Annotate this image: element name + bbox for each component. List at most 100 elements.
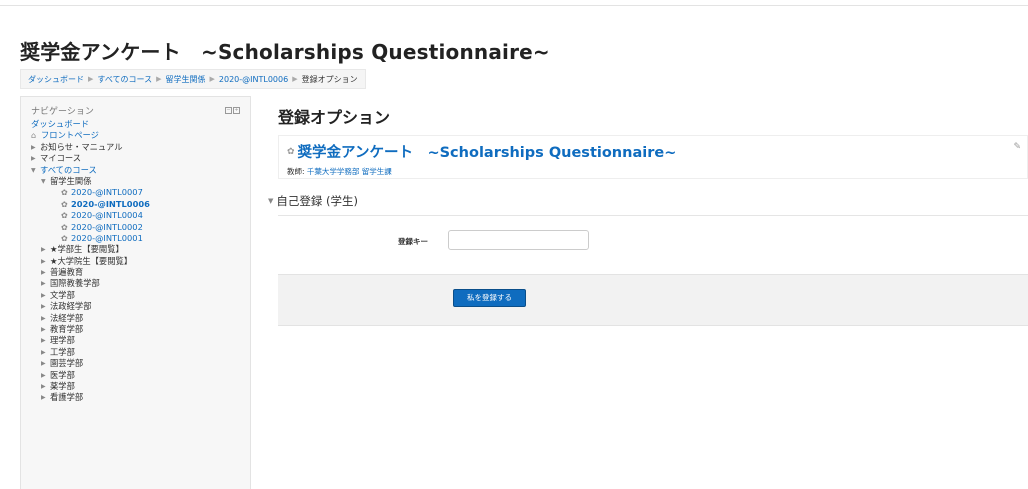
nav-item-my-courses[interactable]: ▶ マイコース [31, 153, 240, 164]
expand-arrow-icon: ▶ [41, 269, 46, 277]
nav-item-label: 2020-@INTL0004 [71, 210, 143, 221]
nav-item-label: ダッシュボード [31, 119, 90, 129]
section-divider [278, 215, 1028, 216]
dock-block-icon[interactable]: − [225, 106, 232, 114]
self-enrolment-legend[interactable]: ▼ 自己登録 (学生) [268, 193, 358, 209]
teacher-line: 教師: 千葉大学学務部 留学生課 [287, 166, 1019, 177]
nav-item-category[interactable]: ▶ 国際教養学部 [31, 278, 240, 289]
nav-item-label: フロントページ [41, 130, 99, 141]
navigation-title: ナビゲーション [31, 106, 94, 117]
nav-item-category[interactable]: ▶ 文学部 [31, 290, 240, 301]
nav-item-category[interactable]: ▶ 法政経学部 [31, 301, 240, 312]
nav-item-label: 医学部 [50, 369, 75, 380]
expand-arrow-icon: ▶ [41, 348, 46, 356]
expand-arrow-icon: ▶ [31, 155, 36, 163]
course-icon: ✿ [287, 146, 295, 157]
enrol-me-button[interactable]: 私を登録する [453, 289, 526, 307]
form-actions-bar: 私を登録する [278, 274, 1028, 326]
breadcrumb-category[interactable]: 留学生関係 [166, 74, 206, 85]
collapse-arrow-icon: ▼ [31, 166, 36, 174]
nav-item-label: すべてのコース [40, 164, 97, 175]
nav-item-label: ★学部生【要閲覧】 [50, 244, 124, 255]
breadcrumb-all-courses[interactable]: すべてのコース [97, 74, 152, 85]
nav-item-category-intl[interactable]: ▼ 留学生関係 [31, 176, 240, 187]
expand-arrow-icon: ▶ [41, 280, 46, 288]
breadcrumb-separator-icon: ▶ [209, 75, 215, 83]
expand-arrow-icon: ▶ [41, 257, 46, 265]
nav-item-label: 普遍教育 [50, 267, 84, 278]
enrolment-key-label: 登録キー [398, 237, 428, 246]
expand-arrow-icon: ▶ [41, 371, 46, 379]
expand-arrow-icon: ▶ [41, 394, 46, 402]
edit-icon[interactable]: ✎ [1013, 142, 1021, 152]
self-enrolment-title: 自己登録 (学生) [276, 194, 359, 208]
nav-item-label: 工学部 [50, 346, 75, 357]
expand-arrow-icon: ▶ [41, 382, 46, 390]
nav-item-course[interactable]: ✿ 2020-@INTL0001 [31, 233, 240, 244]
expand-arrow-icon: ▶ [41, 337, 46, 345]
nav-item-label: 看護学部 [50, 392, 84, 403]
expand-arrow-icon: ▶ [31, 143, 36, 151]
nav-item-dashboard[interactable]: ダッシュボード [31, 119, 240, 130]
expand-arrow-icon: ▶ [41, 326, 46, 334]
course-icon: ✿ [61, 233, 68, 243]
course-title-link[interactable]: 奨学金アンケート ~Scholarships Questionnaire~ [298, 141, 677, 162]
course-title-row: ✿ 奨学金アンケート ~Scholarships Questionnaire~ [287, 141, 1019, 162]
nav-item-category[interactable]: ▶ 薬学部 [31, 381, 240, 392]
expand-arrow-icon: ▶ [41, 314, 46, 322]
nav-item-category[interactable]: ▶ 医学部 [31, 370, 240, 381]
nav-item-course[interactable]: ✿ 2020-@INTL0007 [31, 187, 240, 198]
course-icon: ✿ [61, 199, 68, 209]
expand-arrow-icon: ▶ [41, 291, 46, 299]
breadcrumb-separator-icon: ▶ [156, 75, 162, 83]
top-divider [0, 0, 1028, 6]
navigation-header: ナビゲーション − + [31, 103, 240, 117]
nav-item-all-courses[interactable]: ▼ すべてのコース [31, 165, 240, 176]
navigation-block: ナビゲーション − + ダッシュボード ⌂ フロントページ ▶ お知らせ・マニュ… [20, 96, 251, 489]
breadcrumb-separator-icon: ▶ [88, 75, 94, 83]
nav-item-label: 教育学部 [50, 324, 84, 335]
home-icon: ⌂ [31, 131, 37, 141]
breadcrumb-current: 登録オプション [301, 74, 358, 84]
breadcrumb-dashboard[interactable]: ダッシュボード [28, 74, 84, 85]
course-info-box: ✿ 奨学金アンケート ~Scholarships Questionnaire~ … [278, 135, 1028, 179]
nav-item-category[interactable]: ▶ 法経学部 [31, 313, 240, 324]
nav-item-label: マイコース [40, 153, 82, 164]
nav-item-label: ★大学院生【要閲覧】 [50, 255, 133, 266]
nav-item-category[interactable]: ▶ 普遍教育 [31, 267, 240, 278]
course-icon: ✿ [61, 188, 68, 198]
collapse-arrow-icon: ▼ [268, 197, 274, 205]
expand-arrow-icon: ▶ [41, 360, 46, 368]
nav-item-front-page[interactable]: ⌂ フロントページ [31, 130, 240, 141]
nav-item-course-current[interactable]: ✿ 2020-@INTL0006 [31, 199, 240, 210]
collapse-block-icon[interactable]: + [233, 106, 240, 114]
nav-item-label: 留学生関係 [50, 175, 92, 186]
nav-item-category[interactable]: ▶ ★学部生【要閲覧】 [31, 244, 240, 255]
nav-item-label: 2020-@INTL0002 [71, 221, 143, 232]
course-icon: ✿ [61, 222, 68, 232]
nav-item-label: 理学部 [50, 335, 75, 346]
breadcrumb-course[interactable]: 2020-@INTL0006 [219, 75, 288, 84]
collapse-arrow-icon: ▼ [41, 177, 46, 185]
nav-item-course[interactable]: ✿ 2020-@INTL0004 [31, 210, 240, 221]
enrolment-key-input[interactable] [448, 230, 589, 250]
enrolment-options-heading: 登録オプション [278, 108, 391, 127]
nav-item-category[interactable]: ▶ 理学部 [31, 335, 240, 346]
teacher-link[interactable]: 千葉大学学務部 留学生課 [307, 167, 392, 176]
nav-item-category[interactable]: ▶ 看護学部 [31, 392, 240, 403]
nav-item-category[interactable]: ▶ ★大学院生【要閲覧】 [31, 256, 240, 267]
nav-item-label: 薬学部 [50, 380, 75, 391]
nav-item-label: 2020-@INTL0001 [71, 232, 143, 243]
teacher-label: 教師: [287, 167, 305, 176]
breadcrumb-separator-icon: ▶ [292, 75, 298, 83]
nav-item-category[interactable]: ▶ 教育学部 [31, 324, 240, 335]
nav-item-label: お知らせ・マニュアル [40, 141, 123, 152]
nav-item-label: 法政経学部 [50, 301, 92, 312]
nav-item-label: 文学部 [50, 289, 75, 300]
nav-item-label: 園芸学部 [50, 358, 84, 369]
nav-item-news[interactable]: ▶ お知らせ・マニュアル [31, 142, 240, 153]
nav-item-category[interactable]: ▶ 園芸学部 [31, 358, 240, 369]
nav-item-label: 国際教養学部 [50, 278, 100, 289]
nav-item-category[interactable]: ▶ 工学部 [31, 347, 240, 358]
nav-item-course[interactable]: ✿ 2020-@INTL0002 [31, 222, 240, 233]
